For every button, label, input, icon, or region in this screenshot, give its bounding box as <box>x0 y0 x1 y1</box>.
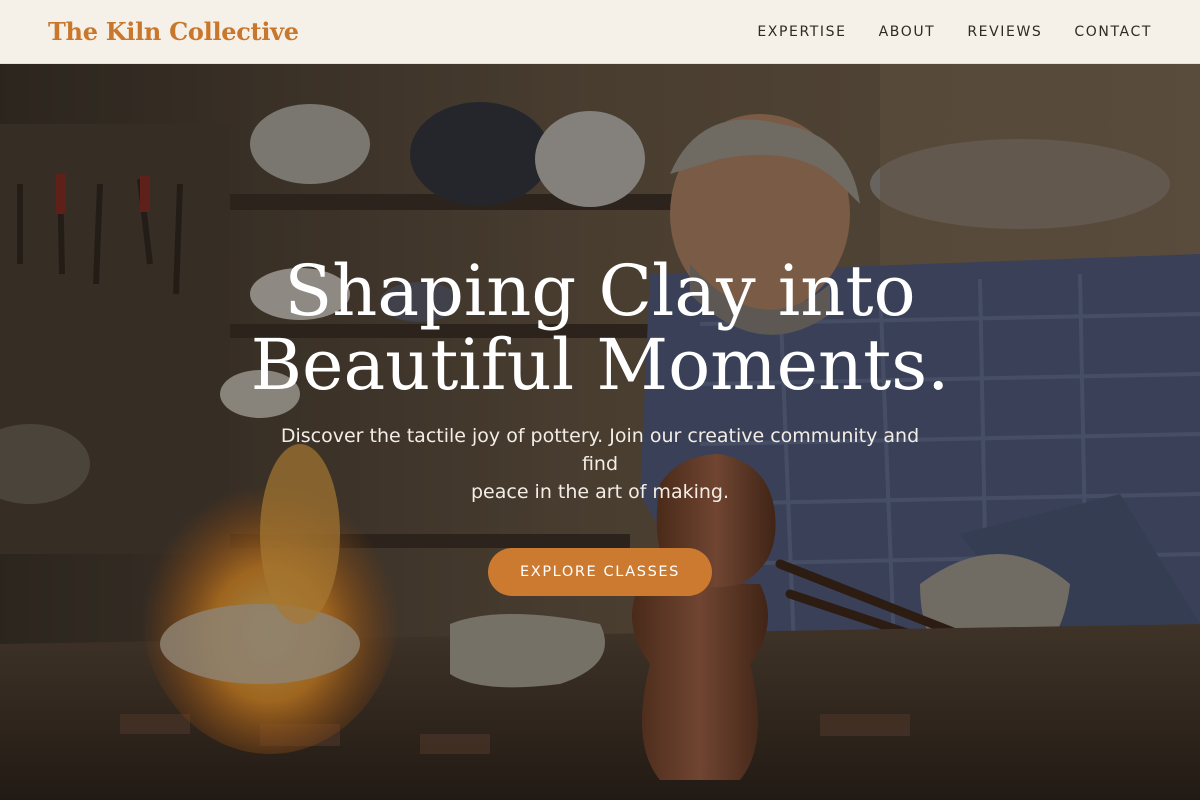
hero-content: Shaping Clay into Beautiful Moments. Dis… <box>0 254 1200 596</box>
nav-link-about[interactable]: ABOUT <box>879 24 936 40</box>
nav-link-contact[interactable]: CONTACT <box>1074 24 1152 40</box>
nav-link-expertise[interactable]: EXPERTISE <box>757 24 846 40</box>
hero-title: Shaping Clay into Beautiful Moments. <box>220 254 980 402</box>
hero-subtitle-line2: peace in the art of making. <box>470 481 730 503</box>
hero-subtitle: Discover the tactile joy of pottery. Joi… <box>260 422 940 506</box>
explore-classes-button[interactable]: EXPLORE CLASSES <box>488 548 712 596</box>
hero-section: Shaping Clay into Beautiful Moments. Dis… <box>0 64 1200 800</box>
main-nav: EXPERTISE ABOUT REVIEWS CONTACT <box>757 24 1152 40</box>
site-header: The Kiln Collective EXPERTISE ABOUT REVI… <box>0 0 1200 64</box>
nav-link-reviews[interactable]: REVIEWS <box>967 24 1042 40</box>
hero-subtitle-line1: Discover the tactile joy of pottery. Joi… <box>280 425 920 475</box>
hero-title-line1: Shaping Clay into <box>284 250 916 332</box>
hero-title-line2: Beautiful Moments. <box>250 324 950 406</box>
brand-logo[interactable]: The Kiln Collective <box>48 17 299 46</box>
